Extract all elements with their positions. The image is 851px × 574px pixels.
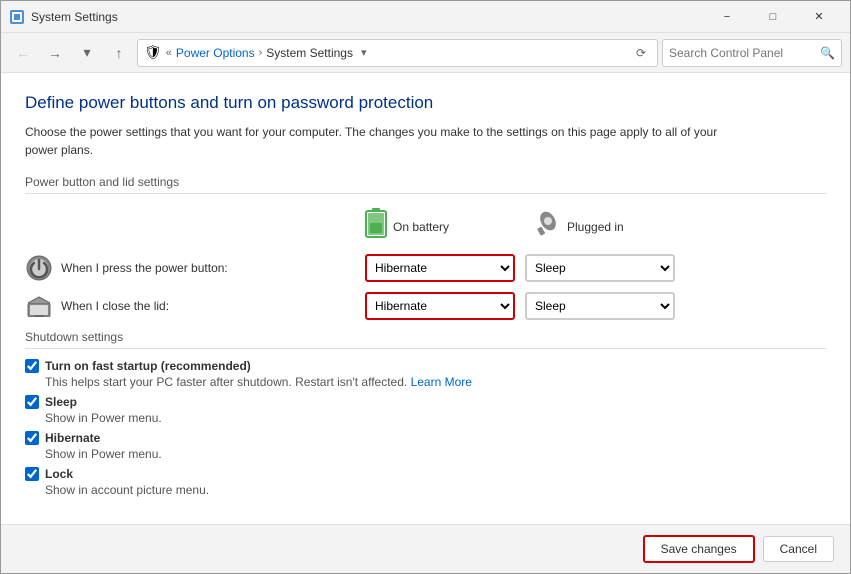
maximize-button[interactable]: □ bbox=[750, 1, 796, 33]
lid-plugged-in-select[interactable]: Do nothing Sleep Hibernate Shut down Tur… bbox=[525, 292, 675, 320]
breadcrumb: 🛡 « Power Options › System Settings ▾ ⟳ bbox=[137, 39, 658, 67]
forward-button[interactable]: → bbox=[41, 39, 69, 67]
sleep-label[interactable]: Sleep bbox=[45, 395, 77, 409]
lock-label[interactable]: Lock bbox=[45, 467, 73, 481]
lid-close-row: When I close the lid: Do nothing Sleep H… bbox=[25, 292, 826, 320]
lid-on-battery-select[interactable]: Do nothing Sleep Hibernate Shut down Tur… bbox=[365, 292, 515, 320]
search-bar: 🔍 bbox=[662, 39, 842, 67]
cancel-button[interactable]: Cancel bbox=[763, 536, 834, 562]
hibernate-label[interactable]: Hibernate bbox=[45, 431, 100, 445]
on-battery-label: On battery bbox=[393, 220, 449, 234]
fast-startup-desc: This helps start your PC faster after sh… bbox=[45, 375, 826, 389]
fast-startup-row: Turn on fast startup (recommended) bbox=[25, 359, 826, 373]
shutdown-section: Shutdown settings Turn on fast startup (… bbox=[25, 330, 826, 497]
sleep-row: Sleep bbox=[25, 395, 826, 409]
plugged-icon bbox=[535, 209, 561, 245]
breadcrumb-icon: 🛡 bbox=[144, 44, 162, 61]
breadcrumb-system-settings: System Settings bbox=[266, 46, 353, 60]
window-icon bbox=[9, 9, 25, 25]
lock-item: Lock Show in account picture menu. bbox=[25, 467, 826, 497]
title-bar: System Settings − □ ✕ bbox=[1, 1, 850, 33]
nav-bar: ← → ▾ ↑ 🛡 « Power Options › System Setti… bbox=[1, 33, 850, 73]
footer: Save changes Cancel bbox=[1, 524, 850, 573]
sleep-checkbox[interactable] bbox=[25, 395, 39, 409]
back-button[interactable]: ← bbox=[9, 39, 37, 67]
up-button[interactable]: ↑ bbox=[105, 39, 133, 67]
learn-more-link[interactable]: Learn More bbox=[411, 375, 472, 389]
forward-icon: → bbox=[48, 45, 62, 61]
hibernate-row: Hibernate bbox=[25, 431, 826, 445]
window-title: System Settings bbox=[31, 10, 704, 24]
recent-icon: ▾ bbox=[83, 44, 90, 61]
page-description: Choose the power settings that you want … bbox=[25, 123, 725, 159]
content-area: Define power buttons and turn on passwor… bbox=[1, 73, 850, 524]
shutdown-header: Shutdown settings bbox=[25, 330, 826, 349]
power-section-header: Power button and lid settings bbox=[25, 175, 826, 194]
lid-icon bbox=[25, 292, 53, 320]
refresh-icon: ⟳ bbox=[636, 46, 646, 60]
back-icon: ← bbox=[16, 45, 30, 61]
power-button-label: When I press the power button: bbox=[61, 261, 228, 275]
hibernate-desc: Show in Power menu. bbox=[45, 447, 826, 461]
plugged-in-header: Plugged in bbox=[535, 208, 695, 246]
lid-close-selects: Do nothing Sleep Hibernate Shut down Tur… bbox=[365, 292, 675, 320]
main-window: System Settings − □ ✕ ← → ▾ ↑ 🛡 « Power … bbox=[0, 0, 851, 574]
power-button-row: When I press the power button: Do nothin… bbox=[25, 254, 826, 282]
lock-row: Lock bbox=[25, 467, 826, 481]
fast-startup-checkbox[interactable] bbox=[25, 359, 39, 373]
refresh-button[interactable]: ⟳ bbox=[631, 43, 651, 63]
power-button-on-battery-select[interactable]: Do nothing Sleep Hibernate Shut down Tur… bbox=[365, 254, 515, 282]
minimize-button[interactable]: − bbox=[704, 1, 750, 33]
power-button-plugged-in-select[interactable]: Do nothing Sleep Hibernate Shut down Tur… bbox=[525, 254, 675, 282]
power-button-selects: Do nothing Sleep Hibernate Shut down Tur… bbox=[365, 254, 675, 282]
breadcrumb-power-options[interactable]: Power Options bbox=[176, 46, 255, 60]
save-button[interactable]: Save changes bbox=[643, 535, 755, 563]
search-icon: 🔍 bbox=[820, 46, 835, 60]
power-button-label-container: When I press the power button: bbox=[25, 254, 365, 282]
on-battery-header: On battery bbox=[365, 208, 525, 246]
breadcrumb-sep-1: « bbox=[166, 47, 172, 59]
sleep-desc: Show in Power menu. bbox=[45, 411, 826, 425]
battery-icon bbox=[365, 208, 387, 246]
lid-close-label-container: When I close the lid: bbox=[25, 292, 365, 320]
up-icon: ↑ bbox=[116, 45, 123, 61]
sleep-item: Sleep Show in Power menu. bbox=[25, 395, 826, 425]
window-controls: − □ ✕ bbox=[704, 1, 842, 33]
power-button-icon bbox=[25, 254, 53, 282]
close-button[interactable]: ✕ bbox=[796, 1, 842, 33]
hibernate-checkbox[interactable] bbox=[25, 431, 39, 445]
breadcrumb-dropdown-icon: ▾ bbox=[361, 46, 367, 59]
hibernate-item: Hibernate Show in Power menu. bbox=[25, 431, 826, 461]
plugged-in-label: Plugged in bbox=[567, 220, 624, 234]
breadcrumb-arrow: › bbox=[259, 47, 263, 59]
page-title: Define power buttons and turn on passwor… bbox=[25, 93, 826, 113]
fast-startup-label[interactable]: Turn on fast startup (recommended) bbox=[45, 359, 251, 373]
fast-startup-item: Turn on fast startup (recommended) This … bbox=[25, 359, 826, 389]
lid-close-label: When I close the lid: bbox=[61, 299, 169, 313]
lock-checkbox[interactable] bbox=[25, 467, 39, 481]
search-input[interactable] bbox=[669, 46, 820, 60]
lock-desc: Show in account picture menu. bbox=[45, 483, 826, 497]
recent-button[interactable]: ▾ bbox=[73, 39, 101, 67]
